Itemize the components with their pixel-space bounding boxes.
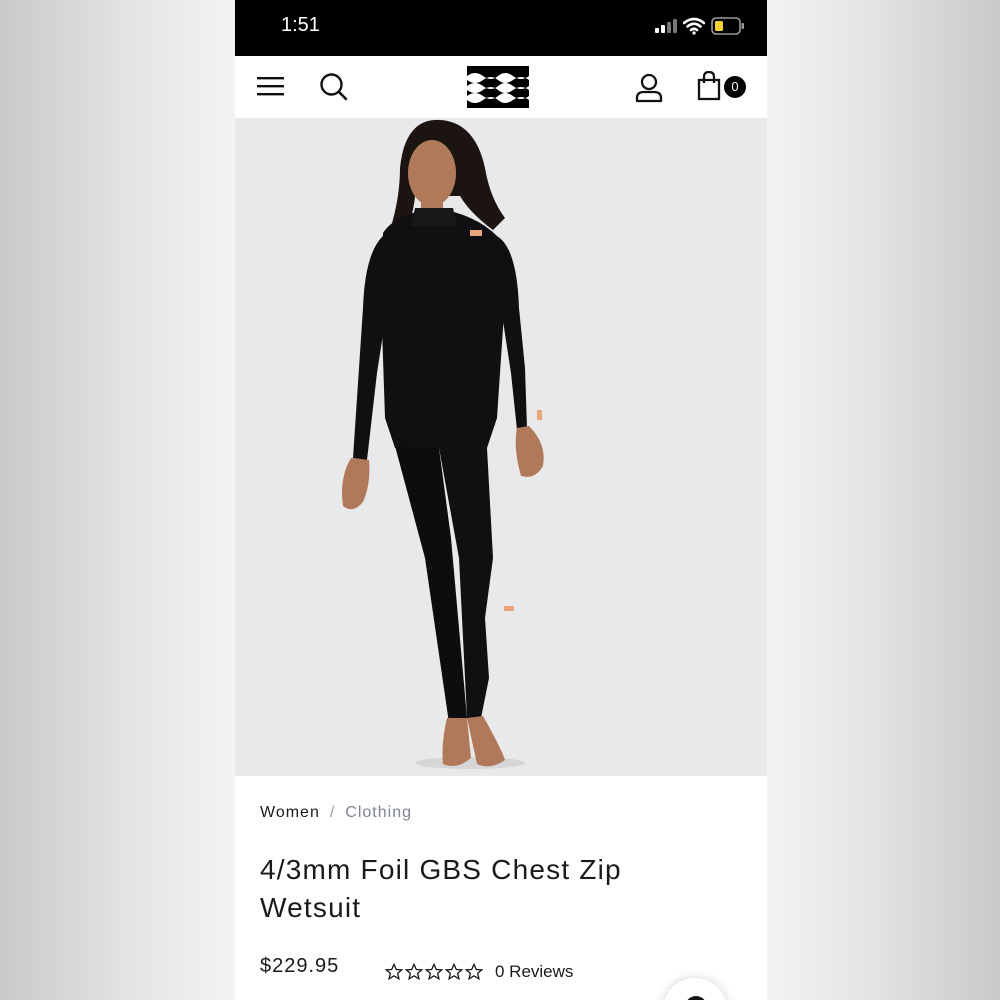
search-button[interactable] — [319, 72, 349, 106]
account-icon — [635, 73, 663, 103]
cart-count-badge: 0 — [724, 76, 746, 98]
phone-screen: 1:51 0 Women / Clothing 4/3mm Foil GBS C… — [235, 0, 767, 1000]
breadcrumb-women-link[interactable]: Women — [260, 804, 320, 821]
status-time: 1:51 — [281, 14, 320, 36]
background-right — [765, 0, 1000, 1000]
product-title: 4/3mm Foil GBS Chest Zip Wetsuit — [260, 854, 622, 923]
product-image[interactable] — [235, 118, 767, 776]
breadcrumb: Women / Clothing — [260, 804, 412, 822]
wetsuit-model-illustration — [342, 119, 544, 769]
cellular-signal-icon — [655, 19, 677, 33]
product-price: $229.95 — [260, 955, 340, 977]
star-icon — [385, 963, 403, 981]
product-rating[interactable]: 0 Reviews — [385, 962, 573, 982]
search-icon — [320, 73, 348, 101]
hamburger-menu-icon — [257, 77, 284, 96]
cart-button[interactable] — [697, 70, 723, 105]
chat-icon — [685, 996, 707, 1000]
star-icon — [445, 963, 463, 981]
site-header: 0 — [235, 56, 767, 118]
billabong-logo — [467, 66, 529, 108]
star-icon — [465, 963, 483, 981]
status-bar: 1:51 — [235, 0, 767, 56]
battery-icon — [711, 17, 744, 35]
chat-button[interactable] — [663, 978, 727, 1000]
star-icon — [425, 963, 443, 981]
breadcrumb-separator: / — [329, 804, 336, 821]
reviews-link[interactable]: 0 Reviews — [495, 962, 573, 982]
background-left — [0, 0, 235, 1000]
menu-button[interactable] — [257, 74, 285, 102]
account-button[interactable] — [635, 73, 663, 107]
shopping-bag-icon — [697, 70, 721, 101]
star-icon — [405, 963, 423, 981]
breadcrumb-clothing-link[interactable]: Clothing — [345, 804, 412, 821]
brand-logo[interactable] — [467, 66, 529, 112]
wifi-icon — [683, 17, 705, 35]
